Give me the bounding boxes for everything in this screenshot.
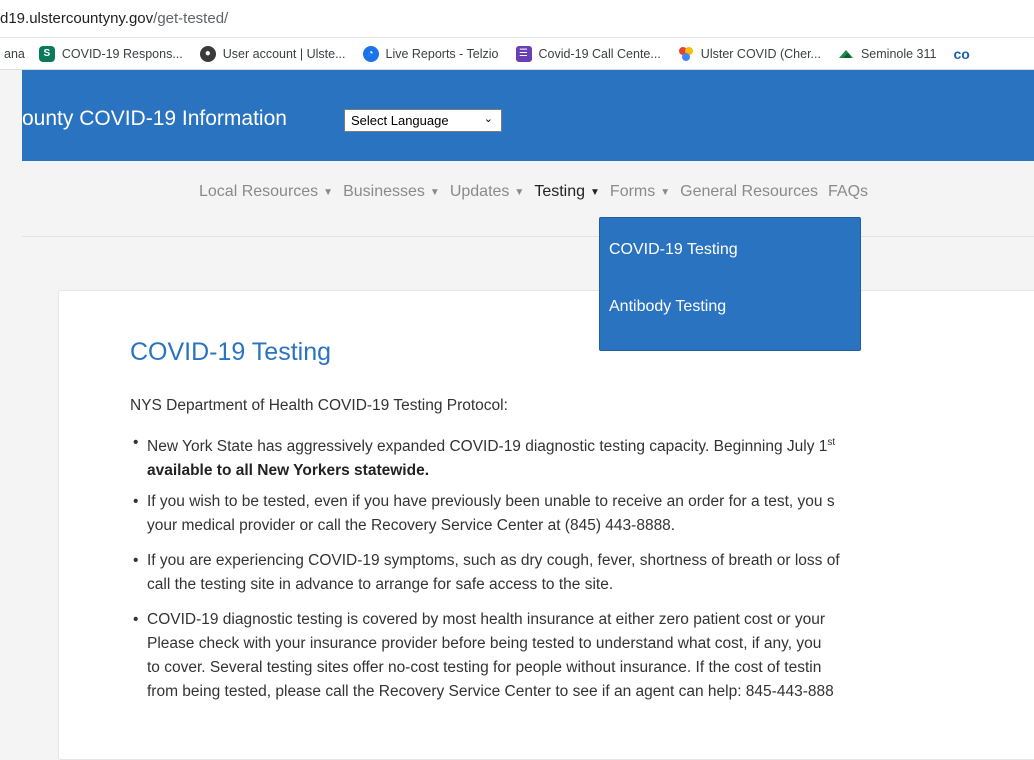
bullet-line: your medical provider or call the Recove… <box>147 517 676 534</box>
protocol-heading: NYS Department of Health COVID-19 Testin… <box>130 397 508 414</box>
bullet-line: If you are experiencing COVID-19 symptom… <box>147 552 840 569</box>
url-host: d19.ulstercountyny.gov <box>0 10 154 27</box>
nav-items: Local Resources ▼ Businesses ▼ Updates ▼ Te… <box>199 183 878 201</box>
bullet-line: call the testing site in advance to arra… <box>147 576 614 593</box>
nav-label: General Resources <box>680 183 818 200</box>
nav-general-resources[interactable]: General Resources <box>680 183 818 201</box>
address-bar[interactable]: d19.ulstercountyny.gov/get-tested/ <box>0 0 1034 38</box>
dropdown-item-covid-testing[interactable]: COVID-19 Testing <box>609 241 738 259</box>
main-navigation: Local Resources ▼ Businesses ▼ Updates ▼ Te… <box>22 161 1034 237</box>
bookmark-label: ana <box>4 46 25 61</box>
bullet-dot-icon: • <box>133 434 139 451</box>
bullet-line: from being tested, please call the Recov… <box>147 683 834 700</box>
bullet-text: New York State has aggressively expanded… <box>147 438 828 456</box>
bookmark-label: Seminole 311 <box>860 46 937 61</box>
nav-local-resources[interactable]: Local Resources ▼ <box>199 183 333 201</box>
bullet-dot-icon: • <box>133 552 139 569</box>
bullet-line-bold: available to all New Yorkers statewide. <box>147 462 429 480</box>
nav-label: FAQs <box>828 183 869 200</box>
bookmark-ulster-covid[interactable]: Ulster COVID (Cher... <box>678 46 821 62</box>
caret-down-icon: ▼ <box>660 186 671 198</box>
dropdown-item-antibody-testing[interactable]: Antibody Testing <box>609 298 726 316</box>
bullet-line: Please check with your insurance provide… <box>147 635 822 652</box>
bookmark-label: COVID-19 Respons... <box>61 46 183 61</box>
bullet-dot-icon: • <box>133 493 139 510</box>
caret-down-icon: ▼ <box>323 186 334 198</box>
nav-label: Updates <box>449 183 510 200</box>
bullet-line: COVID-19 diagnostic testing is covered b… <box>147 611 826 628</box>
bookmark-overflow[interactable]: co <box>953 46 969 62</box>
sharepoint-icon: S <box>38 45 55 62</box>
seminole-icon <box>838 46 854 62</box>
bullet-item: • New York State has aggressively expand… <box>133 431 835 483</box>
bookmarks-bar: ana S COVID-19 Respons... ● User account… <box>0 38 1034 70</box>
bookmark-label: Live Reports - Telzio <box>385 46 499 61</box>
language-select-label: Select Language <box>351 113 449 128</box>
nav-label: Forms <box>609 183 656 200</box>
bookmark-user-account[interactable]: ● User account | Ulste... <box>199 45 346 62</box>
co-icon: co <box>953 45 970 62</box>
bookmark-live-reports[interactable]: ◔ Live Reports - Telzio <box>362 45 499 62</box>
nav-label: Local Resources <box>199 183 319 200</box>
left-strip <box>0 0 22 750</box>
site-title[interactable]: ounty COVID-19 Information <box>22 107 287 131</box>
nav-updates[interactable]: Updates ▼ <box>450 183 525 201</box>
bullet-line: to cover. Several testing sites offer no… <box>147 659 822 676</box>
bookmark-label: Ulster COVID (Cher... <box>700 46 821 61</box>
nav-faqs[interactable]: FAQs <box>828 183 868 201</box>
bookmark-covid-response[interactable]: S COVID-19 Respons... <box>38 45 183 62</box>
pinwheel-icon <box>678 46 694 62</box>
site-header: ounty COVID-19 Information Select Langua… <box>22 70 1034 161</box>
nav-label: Businesses <box>343 183 425 200</box>
nav-testing[interactable]: Testing ▼ <box>534 183 600 201</box>
bullet-line: If you wish to be tested, even if you ha… <box>147 493 835 510</box>
user-account-icon: ● <box>199 45 216 62</box>
url-text[interactable]: d19.ulstercountyny.gov/get-tested/ <box>0 10 228 27</box>
nav-label: Testing <box>534 183 586 200</box>
caret-down-icon: ▼ <box>590 186 600 198</box>
bookmark-seminole-311[interactable]: Seminole 311 <box>838 46 937 62</box>
caret-down-icon: ▼ <box>429 186 440 198</box>
nav-forms[interactable]: Forms ▼ <box>610 183 670 201</box>
caret-down-icon: ▼ <box>514 186 525 198</box>
bullet-line: New York State has aggressively expanded… <box>147 431 835 459</box>
url-path: /get-tested/ <box>153 10 229 27</box>
bookmark-label: Covid-19 Call Cente... <box>538 46 661 61</box>
superscript: st <box>827 437 836 448</box>
nav-businesses[interactable]: Businesses ▼ <box>343 183 440 201</box>
bookmark-label: User account | Ulste... <box>222 46 346 61</box>
bullet-item: • COVID-19 diagnostic testing is covered… <box>133 608 834 704</box>
telzio-icon: ◔ <box>362 45 379 62</box>
bullet-dot-icon: • <box>133 611 139 628</box>
testing-dropdown-menu: COVID-19 Testing Antibody Testing <box>599 217 861 351</box>
language-select[interactable]: Select Language ⌄ <box>344 109 502 132</box>
forms-icon: ☰ <box>515 45 532 62</box>
bookmark-ana[interactable]: ana <box>4 47 25 61</box>
bullet-item: • If you are experiencing COVID-19 sympt… <box>133 549 840 597</box>
chevron-down-icon: ⌄ <box>483 113 493 125</box>
bullet-item: • If you wish to be tested, even if you … <box>133 490 835 538</box>
bookmark-call-center[interactable]: ☰ Covid-19 Call Cente... <box>515 45 661 62</box>
page-title: COVID-19 Testing <box>130 338 332 366</box>
